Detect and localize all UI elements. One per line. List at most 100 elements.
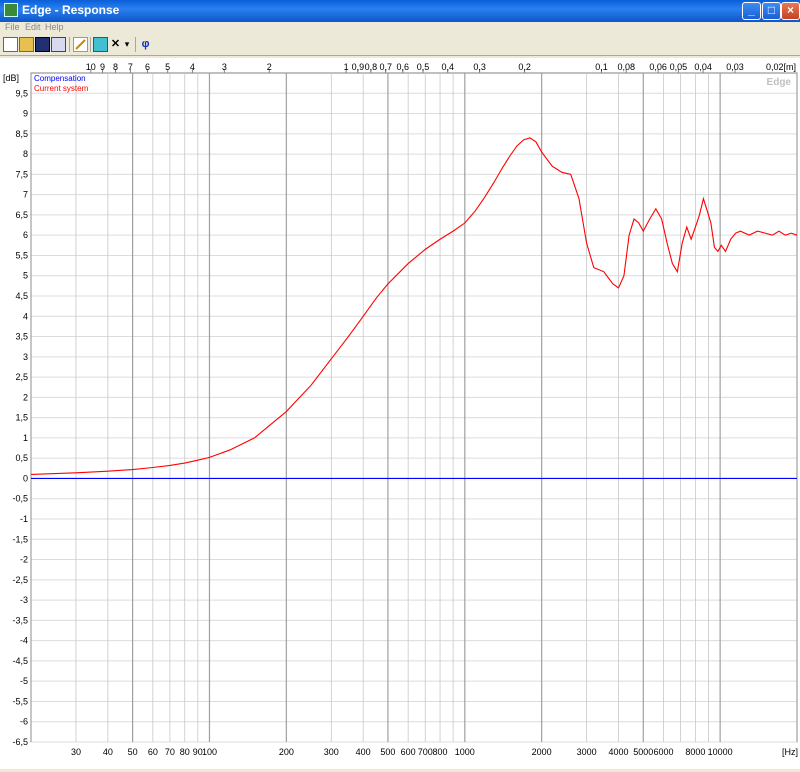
top-tick-label: 2 <box>267 62 272 72</box>
plot-frame <box>30 72 798 743</box>
menu-help[interactable]: Help <box>45 22 64 32</box>
y-tick-label: -2,5 <box>12 575 28 585</box>
y-tick-label: -1,5 <box>12 534 28 544</box>
x-tick-label: 30 <box>71 747 81 757</box>
y-tick-label: 8 <box>23 149 28 159</box>
y-tick-label: 6,5 <box>15 210 28 220</box>
x-tick-label: 800 <box>433 747 448 757</box>
close-button[interactable]: × <box>781 2 800 20</box>
chevron-down-icon[interactable]: ▾ <box>122 37 132 52</box>
top-tick-label: 0,4 <box>441 62 454 72</box>
top-tick-label: 0,5 <box>417 62 430 72</box>
maximize-button[interactable]: □ <box>762 2 781 20</box>
y-tick-label: -0,5 <box>12 494 28 504</box>
y-tick-label: 5,5 <box>15 250 28 260</box>
y-tick-label: 9,5 <box>15 88 28 98</box>
top-tick-label: 3 <box>222 62 227 72</box>
top-tick-label: 0,05 <box>670 62 688 72</box>
toolbar-separator <box>69 37 70 52</box>
x-tick-label: 4000 <box>609 747 629 757</box>
menu-bar: File Edit Help <box>0 22 800 35</box>
phase-button[interactable]: φ <box>138 37 153 52</box>
top-tick-label: 0,9 <box>352 62 365 72</box>
top-tick-label: 0,3 <box>473 62 486 72</box>
y-tick-label: 7 <box>23 190 28 200</box>
top-tick-label: 0,7 <box>379 62 392 72</box>
x-tick-label: 400 <box>356 747 371 757</box>
x-tick-label: 40 <box>103 747 113 757</box>
x-tick-label: 5000 <box>633 747 653 757</box>
copy-icon[interactable] <box>51 37 66 52</box>
x-tick-label: 6000 <box>653 747 673 757</box>
x-tick-label: 1000 <box>455 747 475 757</box>
y-tick-label: 1 <box>23 433 28 443</box>
y-tick-label: 2 <box>23 392 28 402</box>
top-tick-label: 10 <box>86 62 96 72</box>
toolbar-separator <box>90 37 91 52</box>
legend-compensation: Compensation <box>34 74 86 83</box>
x-tick-label: 10000 <box>708 747 733 757</box>
top-tick-label: 0,04 <box>694 62 712 72</box>
y-tick-label: 7,5 <box>15 169 28 179</box>
app-icon <box>4 3 18 17</box>
x-tick-label: 600 <box>401 747 416 757</box>
toolbar: ✕ ▾ φ <box>0 35 800 56</box>
x-tick-label: 300 <box>324 747 339 757</box>
x-tick-label: 200 <box>279 747 294 757</box>
x-axis-label: [Hz] <box>782 747 798 757</box>
y-tick-label: 2,5 <box>15 372 28 382</box>
top-tick-label: 0,08 <box>617 62 635 72</box>
minimize-button[interactable]: _ <box>742 2 761 20</box>
y-tick-label: 4 <box>23 311 28 321</box>
x-tick-label: 60 <box>148 747 158 757</box>
y-tick-label: 6 <box>23 230 28 240</box>
top-tick-label: 4 <box>190 62 195 72</box>
top-tick-label: 5 <box>165 62 170 72</box>
top-tick-label: 8 <box>113 62 118 72</box>
top-tick-label: 0,6 <box>397 62 410 72</box>
top-tick-label: 0,8 <box>365 62 378 72</box>
x-tick-label: 2000 <box>532 747 552 757</box>
x-tick-label: 8000 <box>685 747 705 757</box>
y-tick-label: -1 <box>20 514 28 524</box>
y-tick-label: 0 <box>23 473 28 483</box>
x-tick-label: 100 <box>202 747 217 757</box>
x-tick-label: 700 <box>418 747 433 757</box>
y-tick-label: -6,5 <box>12 737 28 747</box>
y-tick-label: 3 <box>23 352 28 362</box>
x-tick-label: 500 <box>380 747 395 757</box>
y-tick-label: -6 <box>20 717 28 727</box>
watermark-text: Edge <box>767 77 792 88</box>
y-tick-label: 8,5 <box>15 129 28 139</box>
new-file-icon[interactable] <box>3 37 18 52</box>
response-plot: 9,5 9 8,5 8 7,5 7 6,5 6 5,5 5 4,5 4 3,5 3 2,5 2 1,5 1 0,5 0… <box>0 58 800 769</box>
x-tick-label: 70 <box>165 747 175 757</box>
y-tick-label: 5 <box>23 271 28 281</box>
response-chart: 9,5 9 8,5 8 7,5 7 6,5 6 5,5 5 4,5 4 3,5 3 2,5 2 1,5 1 0,5 0… <box>3 62 798 757</box>
window-title: Edge - Response <box>22 3 120 17</box>
x-tick-label: 50 <box>128 747 138 757</box>
y-tick-label: -4 <box>20 636 28 646</box>
globe-icon[interactable] <box>93 37 108 52</box>
top-tick-label: 0,1 <box>595 62 608 72</box>
menu-edit[interactable]: Edit <box>25 22 41 32</box>
x-tick-label: 80 <box>180 747 190 757</box>
top-tick-label: 1 <box>344 62 349 72</box>
save-icon[interactable] <box>35 37 50 52</box>
open-folder-icon[interactable] <box>19 37 34 52</box>
y-tick-label: 1,5 <box>15 413 28 423</box>
legend-current-system: Current system <box>34 84 89 93</box>
top-tick-label: 7 <box>128 62 133 72</box>
y-tick-label: 4,5 <box>15 291 28 301</box>
y-tick-label: -3,5 <box>12 615 28 625</box>
pencil-glyph <box>75 39 86 50</box>
pencil-icon[interactable] <box>73 37 88 52</box>
y-tick-label: 3,5 <box>15 332 28 342</box>
y-tick-label: -5,5 <box>12 696 28 706</box>
y-tick-label: -4,5 <box>12 656 28 666</box>
y-tick-label: 9 <box>23 109 28 119</box>
menu-file[interactable]: File <box>5 22 20 32</box>
delete-icon[interactable]: ✕ <box>108 37 123 52</box>
top-axis-unit: 0,02[m] <box>766 62 796 72</box>
y-tick-label: -2 <box>20 555 28 565</box>
